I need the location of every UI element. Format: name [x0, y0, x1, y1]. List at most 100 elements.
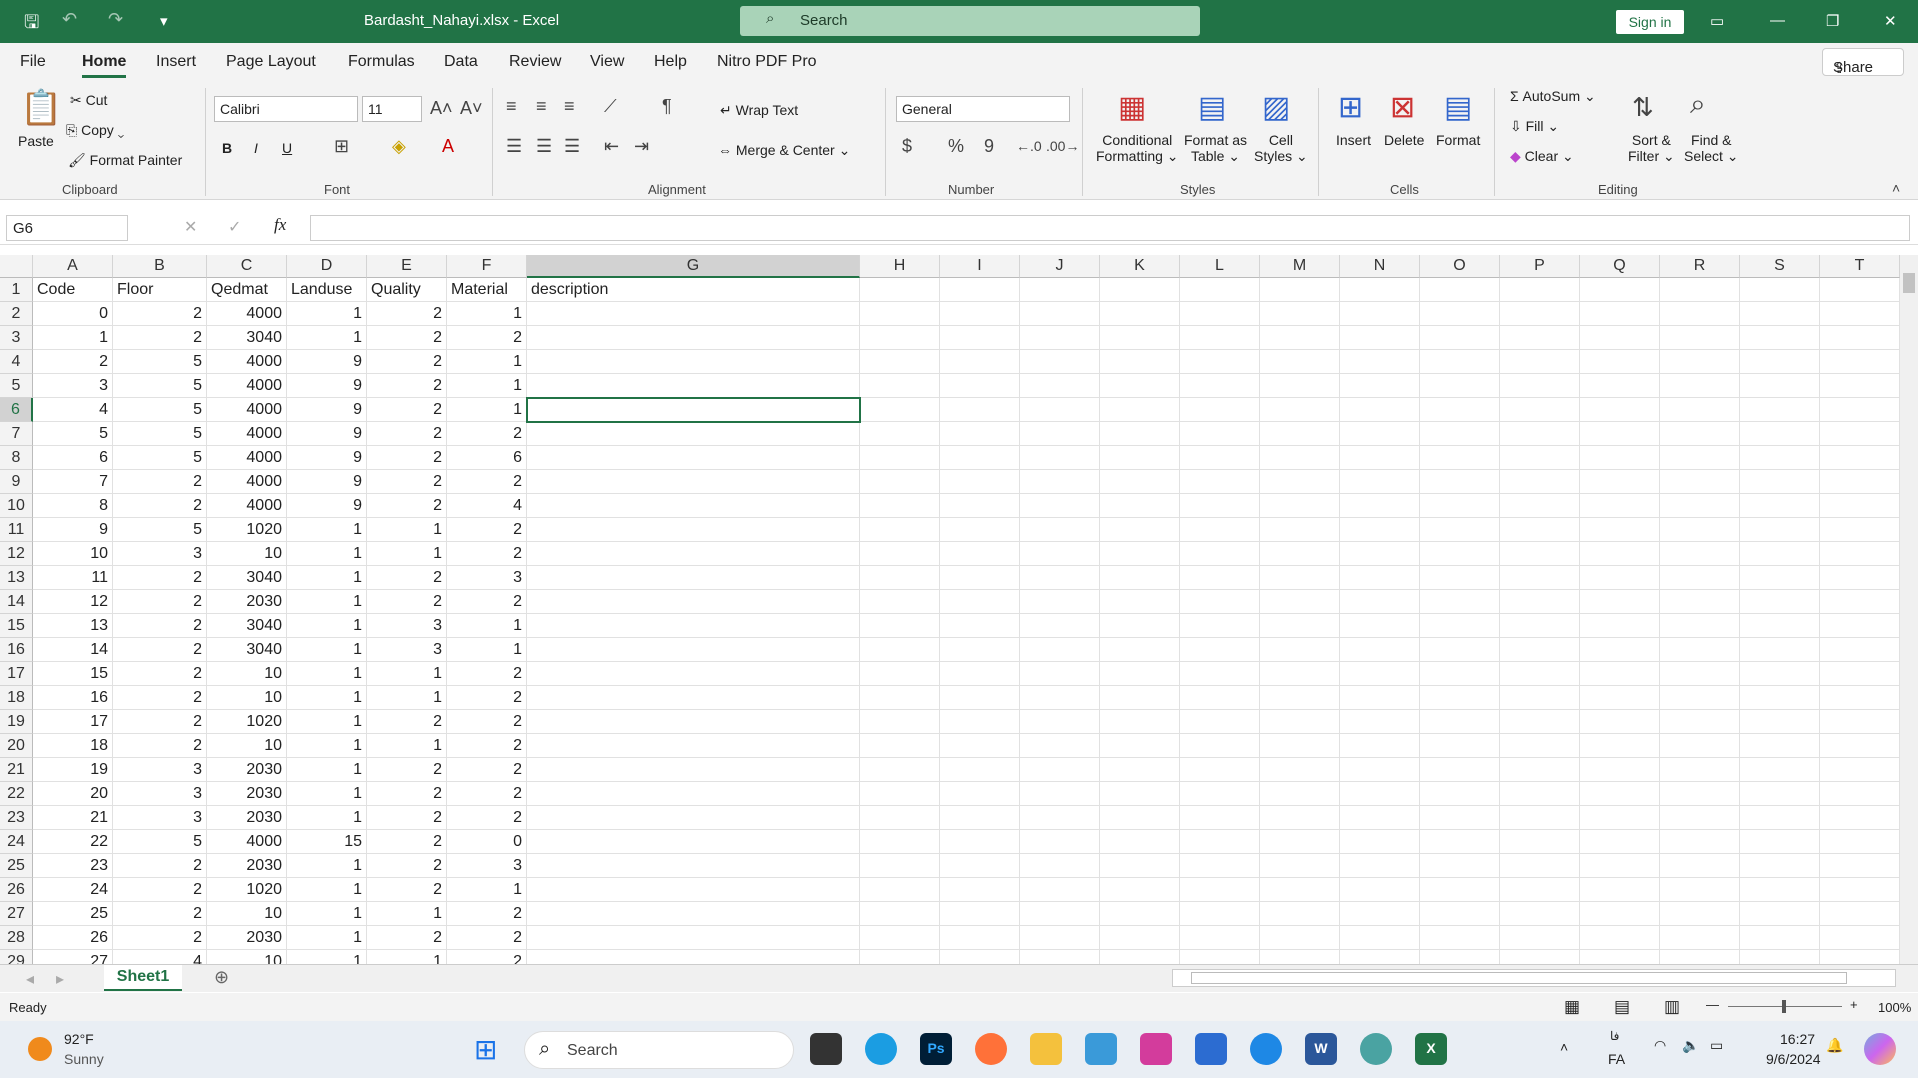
underline-button[interactable]: U: [282, 140, 292, 156]
cell-E11[interactable]: 1: [367, 518, 447, 542]
row-header[interactable]: 16: [0, 638, 33, 662]
cell-T20[interactable]: [1820, 734, 1900, 758]
cell-A22[interactable]: 20: [33, 782, 113, 806]
cell-R5[interactable]: [1660, 374, 1740, 398]
cell-L27[interactable]: [1180, 902, 1260, 926]
cell-L23[interactable]: [1180, 806, 1260, 830]
horizontal-scrollbar[interactable]: [1172, 969, 1896, 987]
cell-G27[interactable]: [527, 902, 860, 926]
cell-J10[interactable]: [1020, 494, 1100, 518]
cell-R13[interactable]: [1660, 566, 1740, 590]
cell-K19[interactable]: [1100, 710, 1180, 734]
cell-D7[interactable]: 9: [287, 422, 367, 446]
cell-C20[interactable]: 10: [207, 734, 287, 758]
align-top-icon[interactable]: ≡: [506, 96, 517, 117]
comma-button[interactable]: 9: [984, 136, 994, 157]
cell-R8[interactable]: [1660, 446, 1740, 470]
cell-A25[interactable]: 23: [33, 854, 113, 878]
cell-F4[interactable]: 1: [447, 350, 527, 374]
sheet-tab-sheet1[interactable]: Sheet1: [104, 965, 182, 991]
cell-P13[interactable]: [1500, 566, 1580, 590]
cell-D5[interactable]: 9: [287, 374, 367, 398]
cell-O1[interactable]: [1420, 278, 1500, 302]
cell-S10[interactable]: [1740, 494, 1820, 518]
restore-icon[interactable]: ❐: [1826, 12, 1839, 30]
cell-N22[interactable]: [1340, 782, 1420, 806]
cell-C25[interactable]: 2030: [207, 854, 287, 878]
cell-N16[interactable]: [1340, 638, 1420, 662]
cell-F13[interactable]: 3: [447, 566, 527, 590]
cell-J17[interactable]: [1020, 662, 1100, 686]
cell-E29[interactable]: 1: [367, 950, 447, 964]
cell-I26[interactable]: [940, 878, 1020, 902]
cell-Q13[interactable]: [1580, 566, 1660, 590]
cell-D22[interactable]: 1: [287, 782, 367, 806]
cell-B3[interactable]: 2: [113, 326, 207, 350]
cell-B12[interactable]: 3: [113, 542, 207, 566]
store-icon[interactable]: [1195, 1033, 1227, 1065]
cell-N28[interactable]: [1340, 926, 1420, 950]
cell-C26[interactable]: 1020: [207, 878, 287, 902]
task-view-icon[interactable]: [810, 1033, 842, 1065]
align-left-icon[interactable]: ☰: [506, 136, 522, 157]
tab-formulas[interactable]: Formulas: [348, 53, 415, 71]
cell-Q27[interactable]: [1580, 902, 1660, 926]
align-right-icon[interactable]: ☰: [564, 136, 580, 157]
cell-P12[interactable]: [1500, 542, 1580, 566]
decrease-decimal-icon[interactable]: .00→: [1046, 138, 1079, 154]
format-painter-button[interactable]: 🖌 Format Painter: [68, 152, 182, 169]
cell-N14[interactable]: [1340, 590, 1420, 614]
cell-S18[interactable]: [1740, 686, 1820, 710]
cell-D3[interactable]: 1: [287, 326, 367, 350]
cell-Q9[interactable]: [1580, 470, 1660, 494]
collapse-ribbon-icon[interactable]: ˄: [1892, 180, 1900, 196]
cell-K6[interactable]: [1100, 398, 1180, 422]
tab-insert[interactable]: Insert: [156, 53, 196, 71]
cell-H20[interactable]: [860, 734, 940, 758]
zoom-level[interactable]: 100%: [1878, 1000, 1911, 1015]
cell-I1[interactable]: [940, 278, 1020, 302]
cell-C28[interactable]: 2030: [207, 926, 287, 950]
cell-M22[interactable]: [1260, 782, 1340, 806]
cell-R9[interactable]: [1660, 470, 1740, 494]
cell-J8[interactable]: [1020, 446, 1100, 470]
row-header[interactable]: 28: [0, 926, 33, 950]
cell-K14[interactable]: [1100, 590, 1180, 614]
cell-R14[interactable]: [1660, 590, 1740, 614]
cell-J29[interactable]: [1020, 950, 1100, 964]
cell-D26[interactable]: 1: [287, 878, 367, 902]
cell-C19[interactable]: 1020: [207, 710, 287, 734]
cell-H5[interactable]: [860, 374, 940, 398]
file-explorer-icon[interactable]: [1030, 1033, 1062, 1065]
cell-G8[interactable]: [527, 446, 860, 470]
cell-A15[interactable]: 13: [33, 614, 113, 638]
cell-J18[interactable]: [1020, 686, 1100, 710]
cell-F14[interactable]: 2: [447, 590, 527, 614]
insert-function-button[interactable]: fx: [274, 215, 286, 235]
cell-S1[interactable]: [1740, 278, 1820, 302]
cell-Q16[interactable]: [1580, 638, 1660, 662]
cell-S26[interactable]: [1740, 878, 1820, 902]
cell-H10[interactable]: [860, 494, 940, 518]
cell-D1[interactable]: Landuse: [287, 278, 367, 302]
cell-J25[interactable]: [1020, 854, 1100, 878]
cell-N15[interactable]: [1340, 614, 1420, 638]
cell-S21[interactable]: [1740, 758, 1820, 782]
column-header-G[interactable]: G: [527, 255, 860, 278]
cell-A24[interactable]: 22: [33, 830, 113, 854]
format-cells-button[interactable]: Format: [1436, 132, 1480, 148]
cell-M24[interactable]: [1260, 830, 1340, 854]
increase-indent-icon[interactable]: ⇥: [634, 136, 649, 157]
cell-N27[interactable]: [1340, 902, 1420, 926]
cell-T25[interactable]: [1820, 854, 1900, 878]
cell-I17[interactable]: [940, 662, 1020, 686]
cell-T28[interactable]: [1820, 926, 1900, 950]
cell-M1[interactable]: [1260, 278, 1340, 302]
cell-Q25[interactable]: [1580, 854, 1660, 878]
cell-J26[interactable]: [1020, 878, 1100, 902]
cut-button[interactable]: ✂ Cut: [70, 92, 107, 109]
enter-icon[interactable]: ✓: [228, 217, 241, 237]
cell-K16[interactable]: [1100, 638, 1180, 662]
cell-K20[interactable]: [1100, 734, 1180, 758]
cell-Q12[interactable]: [1580, 542, 1660, 566]
